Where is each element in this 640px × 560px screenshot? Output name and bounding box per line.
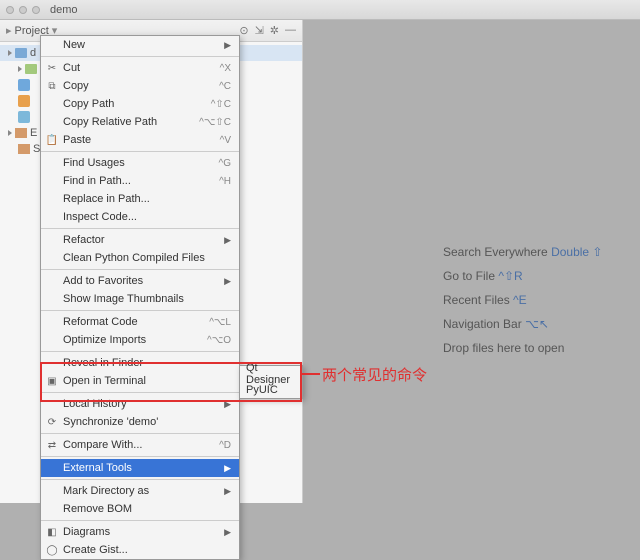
window-title: demo [50,4,78,16]
menu-compare[interactable]: ⇄Compare With...^D [41,436,239,454]
menu-copy[interactable]: ⧉Copy^C [41,77,239,95]
menu-find-usages[interactable]: Find Usages^G [41,154,239,172]
gear-icon[interactable]: ✲ [270,24,279,37]
menu-local-history[interactable]: Local History▶ [41,395,239,413]
menu-open-terminal[interactable]: ▣Open in Terminal [41,372,239,390]
paste-icon: 📋 [45,135,59,146]
menu-diagrams[interactable]: ◧Diagrams▶ [41,523,239,541]
menu-show-thumbnails[interactable]: Show Image Thumbnails [41,290,239,308]
collapse-icon[interactable]: ⇲ [255,24,264,37]
menu-refactor[interactable]: Refactor▶ [41,231,239,249]
menu-inspect-code[interactable]: Inspect Code... [41,208,239,226]
menu-external-tools[interactable]: External Tools▶ [41,459,239,477]
diagram-icon: ◧ [45,527,59,538]
hide-icon[interactable]: — [285,24,296,37]
external-tools-submenu: Qt Designer PyUIC [239,365,303,399]
copy-icon: ⧉ [45,81,59,92]
titlebar: demo [0,0,640,20]
submenu-qt-designer[interactable]: Qt Designer [240,366,302,382]
minimize-icon[interactable] [19,6,27,14]
menu-clean-pyc[interactable]: Clean Python Compiled Files [41,249,239,267]
menu-copy-path[interactable]: Copy Path^⇧C [41,95,239,113]
annotation-line [302,373,320,375]
github-icon: ◯ [45,545,59,556]
menu-reveal-finder[interactable]: Reveal in Finder [41,354,239,372]
menu-create-gist[interactable]: ◯Create Gist... [41,541,239,559]
menu-add-favorites[interactable]: Add to Favorites▶ [41,272,239,290]
menu-cut[interactable]: ✂Cut^X [41,59,239,77]
context-menu: New▶ ✂Cut^X ⧉Copy^C Copy Path^⇧C Copy Re… [40,35,240,560]
menu-reformat[interactable]: Reformat Code^⌥L [41,313,239,331]
zoom-icon[interactable] [32,6,40,14]
menu-optimize-imports[interactable]: Optimize Imports^⌥O [41,331,239,349]
menu-paste[interactable]: 📋Paste^V [41,131,239,149]
menu-replace-in-path[interactable]: Replace in Path... [41,190,239,208]
welcome-tips: Search Everywhere Double ⇧ Go to File ^⇧… [443,240,602,360]
menu-copy-relative-path[interactable]: Copy Relative Path^⌥⇧C [41,113,239,131]
menu-synchronize[interactable]: ⟳Synchronize 'demo' [41,413,239,431]
menu-mark-directory[interactable]: Mark Directory as▶ [41,482,239,500]
compare-icon: ⇄ [45,440,59,451]
target-icon[interactable]: ⊙ [239,24,248,37]
editor-area[interactable]: Search Everywhere Double ⇧ Go to File ^⇧… [303,20,640,503]
sync-icon: ⟳ [45,417,59,428]
close-icon[interactable] [6,6,14,14]
menu-new[interactable]: New▶ [41,36,239,54]
cut-icon: ✂ [45,63,59,74]
terminal-icon: ▣ [45,376,59,387]
menu-find-in-path[interactable]: Find in Path...^H [41,172,239,190]
annotation-text: 两个常见的命令 [322,364,427,385]
